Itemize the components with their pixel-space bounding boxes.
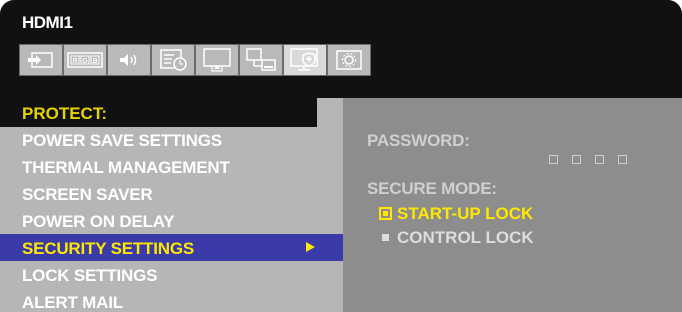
- protect-icon: [290, 48, 318, 71]
- svg-text:B: B: [92, 58, 97, 65]
- menu-item-label: POWER ON DELAY: [22, 212, 175, 231]
- menu-item-power-on-delay[interactable]: POWER ON DELAY: [0, 207, 343, 234]
- detail-panel: PASSWORD: SECURE MODE: START-UP LOCK CON…: [343, 98, 682, 312]
- menu-item-label: ALERT MAIL: [22, 293, 123, 312]
- password-digit-2[interactable]: [572, 155, 581, 164]
- menu-item-lock-settings[interactable]: LOCK SETTINGS: [0, 261, 343, 288]
- submenu-arrow-icon: [306, 242, 315, 252]
- title-bar: HDMI1 R G B: [0, 0, 682, 98]
- section-title: PROTECT:: [0, 98, 317, 127]
- password-label: PASSWORD:: [367, 131, 470, 150]
- tab-protect[interactable]: [283, 44, 327, 76]
- tab-schedule[interactable]: [151, 44, 195, 76]
- option-label: CONTROL LOCK: [397, 228, 534, 247]
- display-icon: [203, 48, 231, 72]
- menu-item-label: THERMAL MANAGEMENT: [22, 158, 230, 177]
- secure-mode-label: SECURE MODE:: [367, 179, 497, 198]
- section-title-label: PROTECT:: [22, 104, 107, 123]
- system-icon: [336, 50, 362, 70]
- menu-item-security-settings[interactable]: SECURITY SETTINGS: [0, 234, 343, 261]
- audio-icon: [120, 54, 137, 66]
- password-digit-3[interactable]: [595, 155, 604, 164]
- menu-item-label: POWER SAVE SETTINGS: [22, 131, 222, 150]
- tab-picture[interactable]: R G B: [63, 44, 107, 76]
- tab-audio[interactable]: [107, 44, 151, 76]
- tab-network[interactable]: [239, 44, 283, 76]
- menu-item-label: LOCK SETTINGS: [22, 266, 158, 285]
- menu-item-label: SCREEN SAVER: [22, 185, 153, 204]
- input-title: HDMI1: [22, 13, 73, 32]
- menu-item-alert-mail[interactable]: ALERT MAIL: [0, 288, 343, 312]
- input-icon: [28, 52, 53, 68]
- menu-item-thermal-management[interactable]: THERMAL MANAGEMENT: [0, 153, 343, 180]
- tab-input[interactable]: [19, 44, 63, 76]
- network-icon: [246, 48, 276, 71]
- tab-system[interactable]: [327, 44, 371, 76]
- svg-text:R: R: [72, 58, 77, 65]
- password-digit-1[interactable]: [549, 155, 558, 164]
- svg-text:G: G: [82, 58, 88, 65]
- menu-item-label: SECURITY SETTINGS: [22, 239, 194, 258]
- category-tabs: R G B: [19, 44, 371, 78]
- rgb-picture-icon: R G B: [67, 52, 103, 68]
- menu-item-power-save[interactable]: POWER SAVE SETTINGS: [0, 126, 343, 153]
- radio-unselected-icon: [382, 234, 389, 241]
- tab-display[interactable]: [195, 44, 239, 76]
- schedule-icon: [160, 49, 187, 71]
- menu-item-screen-saver[interactable]: SCREEN SAVER: [0, 180, 343, 207]
- radio-selected-icon: [379, 207, 392, 220]
- osd-menu: HDMI1 R G B PROTECT: POWER SAVE SETTINGS…: [0, 0, 682, 312]
- option-label: START-UP LOCK: [397, 204, 534, 223]
- password-digit-4[interactable]: [618, 155, 627, 164]
